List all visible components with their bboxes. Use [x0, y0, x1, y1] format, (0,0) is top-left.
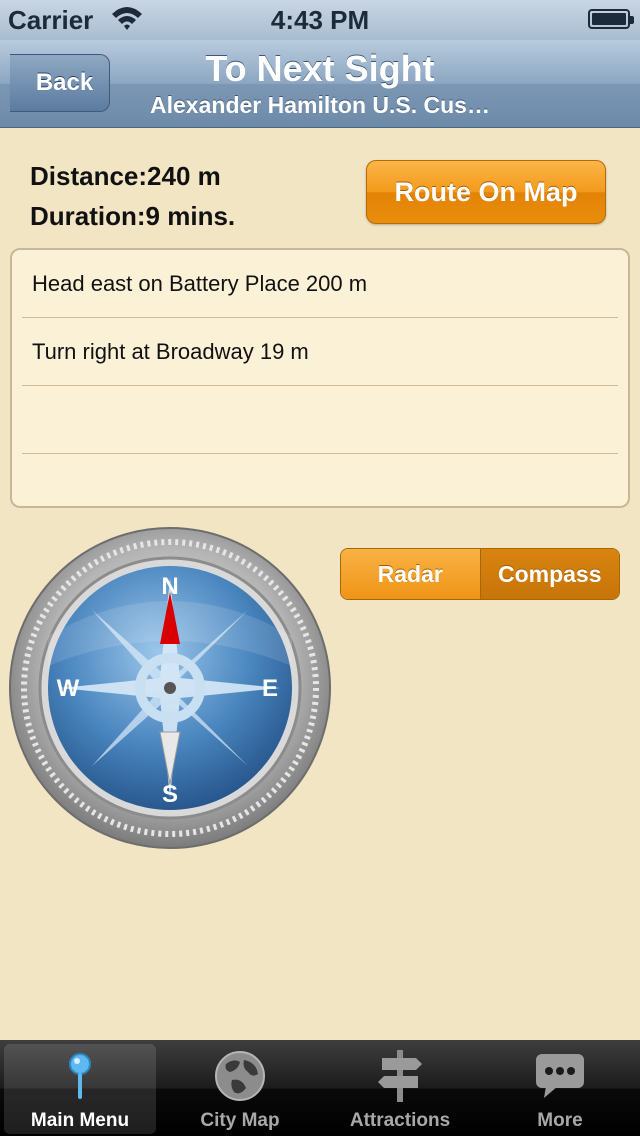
- tab-label: Attractions: [349, 1110, 451, 1131]
- compass-dial: N S E W: [9, 527, 331, 849]
- globe-icon: [215, 1051, 265, 1101]
- tab-more[interactable]: More: [480, 1040, 640, 1136]
- compass-east-label: E: [262, 675, 278, 702]
- tab-bar: Main Menu City Map Attractions More: [0, 1040, 640, 1136]
- signpost-icon: [378, 1050, 422, 1102]
- back-button[interactable]: Back: [10, 54, 110, 112]
- pin-icon: [69, 1053, 91, 1099]
- duration-label: Duration:: [30, 201, 146, 231]
- page-title: To Next Sight: [205, 48, 435, 89]
- distance-label: Distance:: [30, 161, 148, 191]
- compass-segment[interactable]: Compass: [479, 549, 619, 599]
- duration-value: 9 mins.: [145, 201, 236, 231]
- compass-west-label: W: [57, 675, 80, 702]
- directions-list[interactable]: Head east on Battery Place 200 m Turn ri…: [10, 248, 630, 508]
- route-stats: Distance:240 m Duration:9 mins.: [30, 156, 235, 236]
- status-time: 4:43 PM: [270, 5, 370, 35]
- duration-row: Duration:9 mins.: [30, 196, 235, 236]
- direction-step[interactable]: Head east on Battery Place 200 m: [22, 250, 618, 318]
- tab-label: City Map: [200, 1110, 280, 1131]
- tab-label: Main Menu: [30, 1110, 130, 1131]
- direction-step[interactable]: [22, 386, 618, 454]
- distance-value: 240 m: [147, 161, 221, 191]
- navigation-bar: Back To Next Sight Alexander Hamilton U.…: [0, 40, 640, 128]
- compass-south-label: S: [162, 781, 178, 808]
- tab-label: More: [537, 1110, 583, 1131]
- direction-step[interactable]: [22, 454, 618, 506]
- direction-step[interactable]: Turn right at Broadway 19 m: [22, 318, 618, 386]
- route-on-map-button[interactable]: Route On Map: [366, 160, 606, 224]
- tab-attractions[interactable]: Attractions: [320, 1040, 480, 1136]
- speech-bubble-icon: [536, 1054, 584, 1098]
- radar-segment[interactable]: Radar: [341, 549, 480, 599]
- status-bar: Carrier 4:43 PM: [0, 0, 640, 40]
- view-mode-segmented-control[interactable]: Radar Compass: [340, 548, 620, 600]
- tab-city-map[interactable]: City Map: [160, 1040, 320, 1136]
- compass-north-label: N: [161, 573, 178, 600]
- page-subtitle: Alexander Hamilton U.S. Cus…: [150, 92, 490, 118]
- tab-main-menu[interactable]: Main Menu: [0, 1040, 160, 1136]
- battery-icon: [588, 9, 634, 29]
- compass-pivot: [164, 682, 176, 694]
- distance-row: Distance:240 m: [30, 156, 235, 196]
